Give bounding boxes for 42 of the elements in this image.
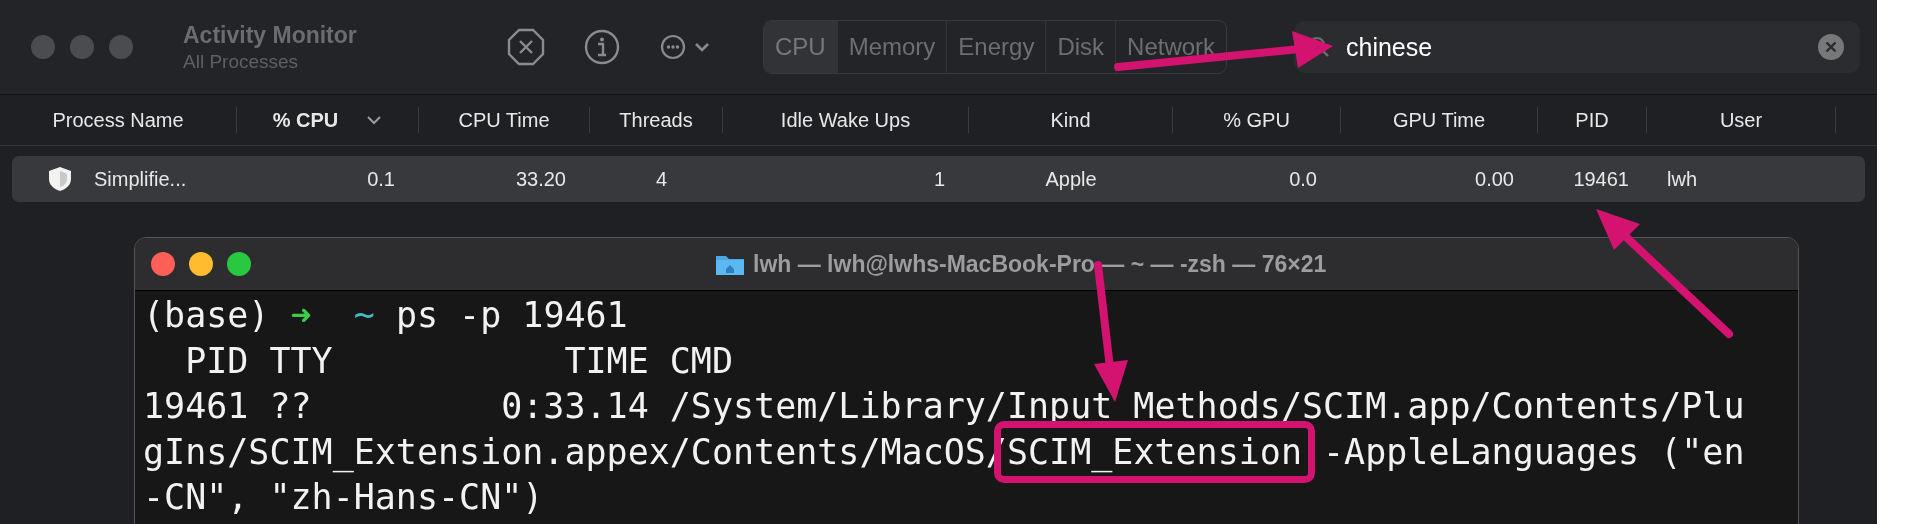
column-header[interactable]: GPU Time bbox=[1341, 107, 1538, 133]
terminal-text: ~ bbox=[353, 295, 375, 335]
terminal-text: -AppleLanguages ("en bbox=[1322, 431, 1745, 472]
stop-icon[interactable] bbox=[507, 28, 545, 66]
terminal-text: ps -p 19461 bbox=[394, 295, 628, 335]
sort-caret-icon bbox=[366, 115, 383, 125]
table-cell: 1 bbox=[933, 167, 945, 191]
window-control[interactable] bbox=[189, 252, 213, 276]
info-icon[interactable] bbox=[583, 28, 621, 66]
shield-icon bbox=[48, 166, 72, 192]
table-cell: 33.20 bbox=[515, 167, 566, 191]
window-control[interactable] bbox=[227, 252, 251, 276]
table-cell: lwh bbox=[1667, 167, 1697, 191]
table-cell: 0.00 bbox=[1475, 167, 1514, 191]
column-header[interactable]: % GPU bbox=[1173, 107, 1341, 133]
clear-icon[interactable] bbox=[1818, 34, 1844, 60]
column-header[interactable]: CPU Time bbox=[419, 107, 590, 133]
table-cell: 4 bbox=[655, 167, 667, 191]
column-header[interactable]: Kind bbox=[969, 107, 1173, 133]
window-title: lwh — lwh@lwhs-MacBook-Pro — ~ — -zsh — 76×21 bbox=[753, 250, 1327, 278]
search-field[interactable]: chinese bbox=[1294, 21, 1860, 73]
table-cell: Simplifie... bbox=[94, 167, 187, 191]
terminal-text: ➜ bbox=[290, 295, 312, 335]
search-input[interactable]: chinese bbox=[1346, 32, 1818, 62]
window-control[interactable] bbox=[151, 252, 175, 276]
terminal-text: 19461 ?? 0:33.14 /System/Library/Input Methods/SCIM.app/Contents/Plu bbox=[143, 386, 1745, 426]
terminal-text: -CN", "zh-Hans-CN") bbox=[143, 477, 544, 517]
column-header[interactable]: PID bbox=[1538, 107, 1647, 133]
window-title: Activity Monitor bbox=[183, 21, 358, 49]
table-row[interactable]: Simplifie... 0.1 33.20 4 1 Apple 0.0 0.00 19461 lwh bbox=[12, 156, 1865, 202]
terminal-text: PID TTY TIME CMD bbox=[184, 340, 733, 381]
column-header[interactable]: Process Name bbox=[0, 107, 237, 133]
table-cell: Apple bbox=[1045, 167, 1097, 191]
table-cell: 0.0 bbox=[1289, 167, 1317, 191]
table-cell: 19461 bbox=[1573, 167, 1629, 191]
terminal-text: (base) bbox=[143, 295, 271, 335]
table-cell: 0.1 bbox=[367, 167, 395, 191]
window-subtitle: All Processes bbox=[183, 50, 300, 73]
column-header[interactable]: Threads bbox=[590, 107, 723, 133]
column-header[interactable]: User bbox=[1647, 107, 1836, 133]
column-header[interactable]: % CPU bbox=[237, 107, 419, 133]
column-header[interactable]: Idle Wake Ups bbox=[723, 107, 969, 133]
